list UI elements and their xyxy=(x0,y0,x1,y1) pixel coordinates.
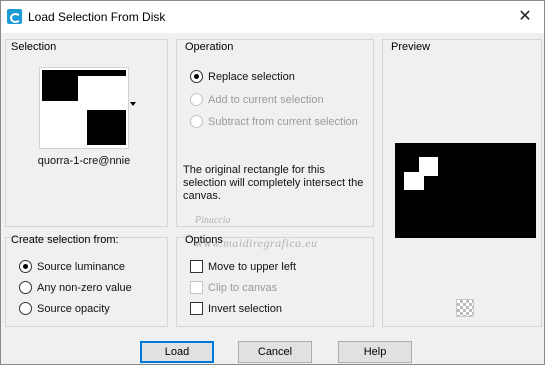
checkbox-clip-to-canvas[interactable]: Clip to canvas xyxy=(190,281,277,294)
radio-label: Subtract from current selection xyxy=(208,115,358,128)
preview-canvas xyxy=(395,143,536,238)
radio-label: Any non-zero value xyxy=(37,281,132,294)
radio-label: Source luminance xyxy=(37,260,126,273)
radio-indicator xyxy=(190,115,203,128)
radio-indicator xyxy=(19,260,32,273)
title-bar[interactable]: Load Selection From Disk ✕ xyxy=(1,1,544,33)
checkbox-invert-selection[interactable]: Invert selection xyxy=(190,302,282,315)
selection-thumbnail[interactable] xyxy=(39,67,129,149)
thumbnail-block-top-left xyxy=(42,70,78,101)
radio-label: Add to current selection xyxy=(208,93,324,106)
radio-any-non-zero-value[interactable]: Any non-zero value xyxy=(19,281,132,294)
radio-subtract-from-selection[interactable]: Subtract from current selection xyxy=(190,115,358,128)
paint-shop-pro-icon xyxy=(7,9,22,24)
window-title: Load Selection From Disk xyxy=(28,10,166,24)
preview-selection-square-lower xyxy=(404,172,424,190)
radio-replace-selection[interactable]: Replace selection xyxy=(190,70,295,83)
radio-indicator xyxy=(19,281,32,294)
checkerboard-icon[interactable] xyxy=(456,299,474,317)
close-button[interactable]: ✕ xyxy=(512,5,538,29)
help-button[interactable]: Help xyxy=(338,341,412,363)
radio-indicator xyxy=(190,70,203,83)
checkbox-indicator xyxy=(190,281,203,294)
radio-indicator xyxy=(190,93,203,106)
checkbox-move-to-upper-left[interactable]: Move to upper left xyxy=(190,260,296,273)
checkbox-label: Move to upper left xyxy=(208,260,297,273)
radio-label: Replace selection xyxy=(208,70,295,83)
checkbox-label: Invert selection xyxy=(208,302,282,315)
radio-add-to-selection[interactable]: Add to current selection xyxy=(190,93,324,106)
thumbnail-dropdown-arrow-icon[interactable] xyxy=(130,102,136,106)
operation-info-text: The original rectangle for this selectio… xyxy=(183,164,364,202)
load-selection-dialog: Load Selection From Disk ✕ Selection quo… xyxy=(0,0,545,365)
cancel-button[interactable]: Cancel xyxy=(238,341,312,363)
radio-source-opacity[interactable]: Source opacity xyxy=(19,302,110,315)
create-selection-from-label: Create selection from: xyxy=(11,234,119,246)
thumbnail-block-top-right xyxy=(78,70,126,76)
thumbnail-block-bottom-right xyxy=(87,110,126,145)
operation-group-label: Operation xyxy=(185,41,234,53)
checkbox-indicator xyxy=(190,302,203,315)
selection-group-label: Selection xyxy=(11,41,57,53)
checkbox-label: Clip to canvas xyxy=(208,281,278,294)
selection-file-name: quorra-1-cre@nnie xyxy=(37,155,131,167)
radio-label: Source opacity xyxy=(37,302,110,315)
options-group-label: Options xyxy=(185,234,223,246)
radio-source-luminance[interactable]: Source luminance xyxy=(19,260,125,273)
radio-indicator xyxy=(19,302,32,315)
checkbox-indicator xyxy=(190,260,203,273)
preview-group-label: Preview xyxy=(391,41,431,53)
load-button[interactable]: Load xyxy=(140,341,214,363)
